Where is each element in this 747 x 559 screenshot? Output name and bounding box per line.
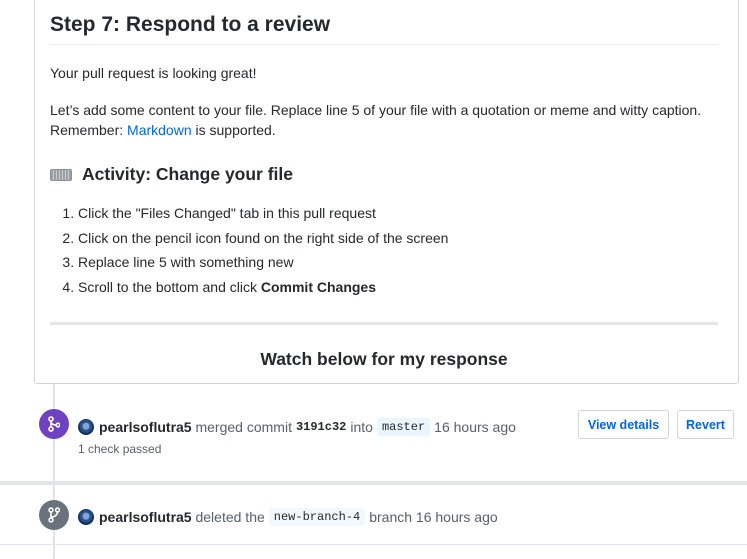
delete-user[interactable]: pearlsoflutra5 [99,509,192,525]
activity-heading: Activity: Change your file [50,164,293,185]
git-branch-icon [48,507,60,523]
activity-title: Activity: Change your file [82,164,294,184]
checks-status[interactable]: 1 check passed [78,442,161,456]
watch-heading: Watch below for my response [260,349,508,369]
delete-event: pearlsoflutra5 deleted the new-branch-4 … [78,508,498,526]
bottom-divider [0,544,747,545]
merge-user[interactable]: pearlsoflutra5 [99,419,192,435]
delete-action: deleted the [195,509,265,525]
merge-event: pearlsoflutra5 merged commit 3191c32 int… [78,418,516,436]
keyboard-icon [50,168,72,181]
commit-sha[interactable]: 3191c32 [296,420,346,434]
merge-time[interactable]: 16 hours ago [434,419,516,435]
merge-into: into [350,419,373,435]
delete-time[interactable]: 16 hours ago [416,509,498,525]
delete-suffix: branch [369,509,413,525]
git-merge-icon [48,416,60,432]
markdown-link[interactable]: Markdown [127,122,192,138]
step4-text: Scroll to the bottom and click [78,278,261,295]
list-item: Click on the pencil icon found on the ri… [78,228,448,253]
merge-action: merged commit [195,419,292,435]
list-item: Replace line 5 with something new [78,252,448,277]
section-divider [50,322,718,325]
list-item: Scroll to the bottom and click Commit Ch… [78,277,448,302]
activity-steps: Click the "Files Changed" tab in this pu… [50,203,448,301]
instructions-suffix: is supported. [191,122,276,138]
avatar[interactable] [78,419,94,435]
intro-text: Your pull request is looking great! [50,65,257,81]
list-item: Click the "Files Changed" tab in this pu… [78,203,448,228]
step-title: Step 7: Respond to a review [50,13,331,36]
comment-box [34,0,739,384]
revert-button[interactable]: Revert [677,410,734,439]
view-details-button[interactable]: View details [578,410,669,439]
avatar[interactable] [78,509,94,525]
title-divider [50,44,718,45]
target-branch[interactable]: master [376,418,431,436]
deleted-branch: new-branch-4 [268,508,366,526]
merge-badge [39,409,69,439]
delete-badge [39,500,69,530]
commit-changes-text: Commit Changes [260,278,376,295]
timeline-separator [0,481,747,485]
instructions-text: Let’s add some content to your file. Rep… [50,100,718,140]
